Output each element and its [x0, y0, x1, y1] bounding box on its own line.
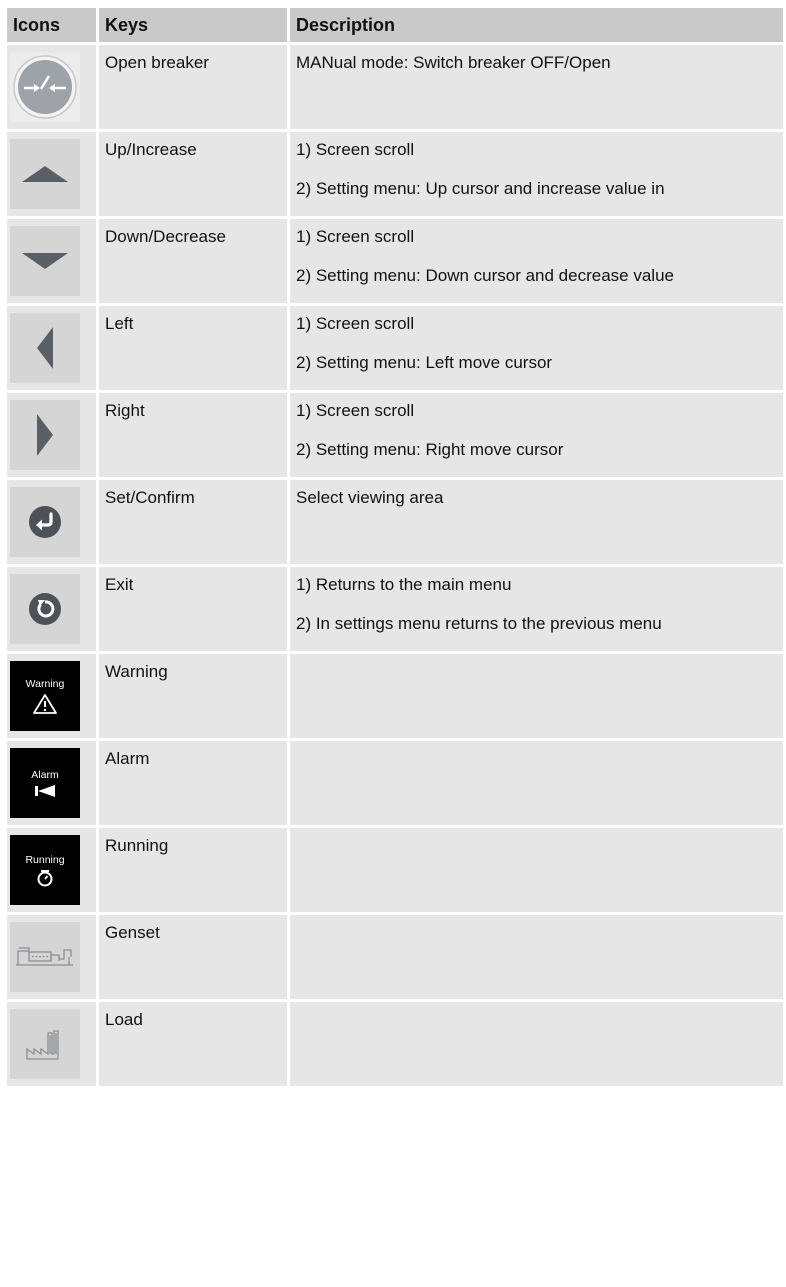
description-line: 1) Screen scroll [296, 140, 415, 159]
table-row: Alarm Alarm [7, 741, 783, 825]
key-label: Alarm [99, 741, 287, 825]
table-row: Down/Decrease 1) Screen scroll 2) Settin… [7, 219, 783, 303]
description-line: 2) Setting menu: Down cursor and decreas… [296, 266, 674, 285]
description-line: 2) Setting menu: Right move cursor [296, 440, 564, 459]
key-label: Left [99, 306, 287, 390]
table-row: Load [7, 1002, 783, 1086]
running-icon-label: Running [25, 853, 65, 866]
table-row: Warning Warning [7, 654, 783, 738]
key-label: Right [99, 393, 287, 477]
down-arrow-icon [10, 226, 80, 296]
warning-icon-label: Warning [25, 677, 65, 690]
alarm-icon-label: Alarm [31, 768, 59, 781]
table-row: Set/Confirm Select viewing area [7, 480, 783, 564]
key-label: Exit [99, 567, 287, 651]
table-row: Left 1) Screen scroll 2) Setting menu: L… [7, 306, 783, 390]
header-keys: Keys [99, 8, 287, 42]
description-line: 2) Setting menu: Left move cursor [296, 353, 553, 372]
exit-icon [10, 574, 80, 644]
key-label: Warning [99, 654, 287, 738]
table-row: Open breaker MANual mode: Switch breaker… [7, 45, 783, 129]
up-arrow-icon [10, 139, 80, 209]
header-icons: Icons [7, 8, 96, 42]
table-row: Running Running [7, 828, 783, 912]
warning-icon: Warning [10, 661, 80, 731]
header-description: Description [290, 8, 783, 42]
table-row: Up/Increase 1) Screen scroll 2) Setting … [7, 132, 783, 216]
left-arrow-icon [10, 313, 80, 383]
genset-icon [10, 922, 80, 992]
key-label: Genset [99, 915, 287, 999]
load-icon [10, 1009, 80, 1079]
keys-table: Icons Keys Description Open breaker MANu… [7, 8, 783, 1089]
description-line: 2) Setting menu: Up cursor and increase … [296, 179, 665, 198]
key-label: Load [99, 1002, 287, 1086]
key-label: Set/Confirm [99, 480, 287, 564]
right-arrow-icon [10, 400, 80, 470]
key-label: Open breaker [99, 45, 287, 129]
description-line: MANual mode: Switch breaker OFF/Open [296, 53, 611, 72]
alarm-icon: Alarm [10, 748, 80, 818]
table-row: Exit 1) Returns to the main menu 2) In s… [7, 567, 783, 651]
enter-icon [10, 487, 80, 557]
description-line: 2) In settings menu returns to the previ… [296, 614, 662, 633]
table-header-row: Icons Keys Description [7, 8, 783, 42]
description-line: Select viewing area [296, 488, 444, 507]
table-row: Genset [7, 915, 783, 999]
description-line: 1) Returns to the main menu [296, 575, 512, 594]
key-label: Running [99, 828, 287, 912]
description-line: 1) Screen scroll [296, 227, 415, 246]
running-icon: Running [10, 835, 80, 905]
key-label: Up/Increase [99, 132, 287, 216]
description-line: 1) Screen scroll [296, 401, 415, 420]
key-label: Down/Decrease [99, 219, 287, 303]
open-breaker-icon [10, 52, 80, 122]
table-row: Right 1) Screen scroll 2) Setting menu: … [7, 393, 783, 477]
description-line: 1) Screen scroll [296, 314, 415, 333]
